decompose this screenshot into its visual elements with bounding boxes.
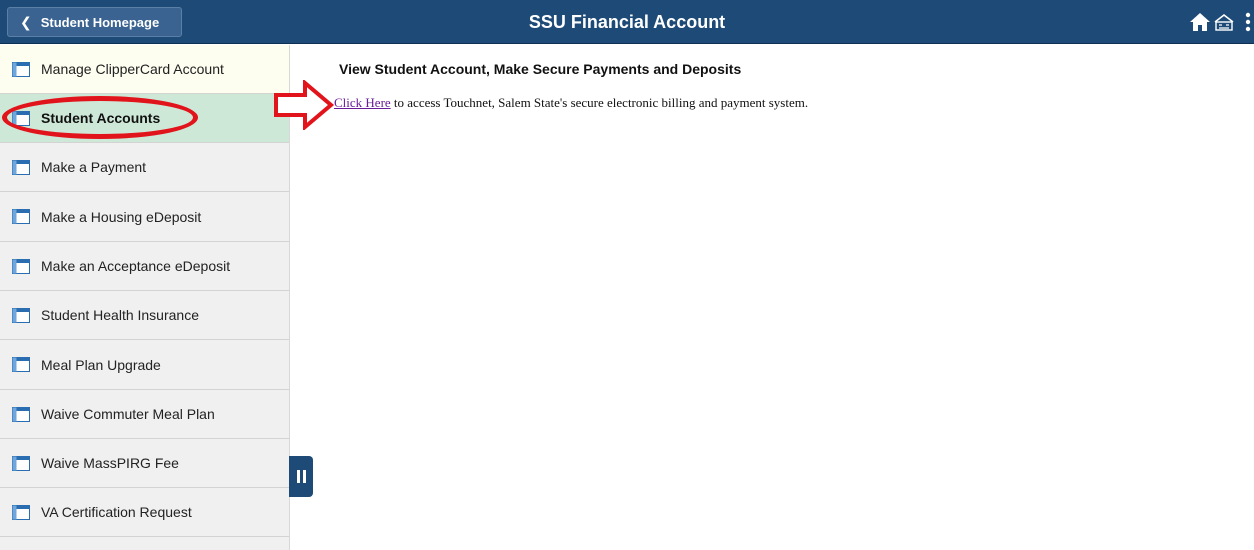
content-heading: View Student Account, Make Secure Paymen… xyxy=(339,61,742,77)
page-title: SSU Financial Account xyxy=(528,12,726,32)
sidebar-item-make-payment[interactable]: Make a Payment xyxy=(0,143,289,192)
sidebar-item-housing-edeposit[interactable]: Make a Housing eDeposit xyxy=(0,192,289,242)
sidebar-item-label: Make a Payment xyxy=(41,159,147,175)
component-icon xyxy=(12,357,30,372)
collapse-sidebar-handle[interactable] xyxy=(289,456,313,497)
component-icon xyxy=(12,455,30,471)
sidebar-item-label: Student Health Insurance xyxy=(41,307,199,323)
back-button-label: Student Homepage xyxy=(40,14,160,30)
annotation-arrow-icon xyxy=(274,80,335,130)
sidebar-item-health-insurance[interactable]: Student Health Insurance xyxy=(0,291,289,340)
chevron-left-icon: ❮ xyxy=(20,14,32,30)
component-icon xyxy=(12,209,30,224)
sidebar-item-waive-commuter-meal-plan[interactable]: Waive Commuter Meal Plan xyxy=(0,390,289,439)
component-icon xyxy=(12,258,30,274)
actions-menu-icon[interactable] xyxy=(1235,9,1254,35)
component-icon xyxy=(12,504,30,520)
nav-bar-icon[interactable] xyxy=(1211,9,1237,35)
sidebar-item-label: Make a Housing eDeposit xyxy=(41,208,202,225)
sidebar-item-waive-masspirg-fee[interactable]: Waive MassPIRG Fee xyxy=(0,439,289,488)
sidebar-item-label: Manage ClipperCard Account xyxy=(41,61,224,77)
home-icon[interactable] xyxy=(1187,9,1213,35)
content-paragraph: Click Here to access Touchnet, Salem Sta… xyxy=(334,95,808,111)
sidebar-item-label: Waive MassPIRG Fee xyxy=(41,455,179,471)
content-body-text: to access Touchnet, Salem State's secure… xyxy=(390,95,809,110)
component-icon xyxy=(12,406,30,422)
annotation-ellipse xyxy=(2,96,198,139)
sidebar-item-meal-plan-upgrade[interactable]: Meal Plan Upgrade xyxy=(0,340,289,390)
sidebar-item-label: Waive Commuter Meal Plan xyxy=(41,406,215,422)
student-homepage-button[interactable]: ❮ Student Homepage xyxy=(7,7,182,37)
component-icon xyxy=(12,159,30,175)
sidebar-item-va-certification[interactable]: VA Certification Request xyxy=(0,488,289,537)
pause-bars-icon xyxy=(296,470,306,483)
sidebar-item-label: Meal Plan Upgrade xyxy=(41,356,161,373)
component-icon xyxy=(12,307,30,323)
sidebar-item-acceptance-edeposit[interactable]: Make an Acceptance eDeposit xyxy=(0,242,289,291)
sidebar-item-label: Make an Acceptance eDeposit xyxy=(41,258,231,274)
header-bar: ❮ Student Homepage SSU Financial Account xyxy=(0,0,1254,44)
click-here-link[interactable]: Click Here xyxy=(334,95,391,110)
sidebar-item-label: VA Certification Request xyxy=(41,504,192,520)
sidebar-item-manage-clippercard[interactable]: Manage ClipperCard Account xyxy=(0,45,289,94)
component-icon xyxy=(12,61,30,77)
